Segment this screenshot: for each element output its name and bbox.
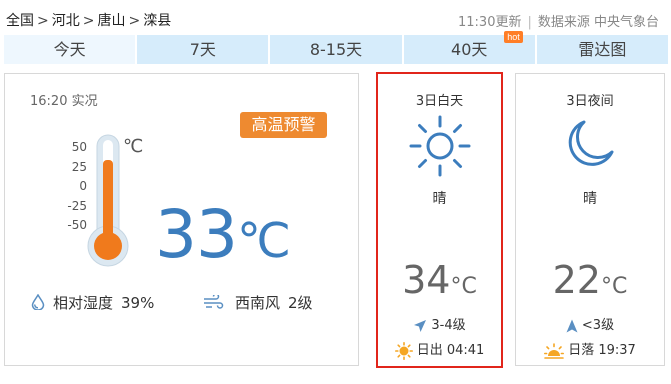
sun-icon — [409, 115, 470, 177]
tab-label: 今天 — [53, 40, 86, 59]
observation-time: 16:20 实况 — [30, 94, 98, 109]
moon-icon — [568, 120, 614, 166]
temperature-unit: ℃ — [236, 213, 291, 269]
sunrise: 日出 04:41 — [378, 339, 501, 360]
breadcrumb-separator: > — [37, 13, 49, 29]
humidity-value: 39% — [121, 294, 155, 312]
daytime-title: 3日白天 — [415, 94, 464, 109]
tab-40-days[interactable]: 40天 hot — [403, 31, 535, 64]
tab-label: 8-15天 — [309, 40, 363, 59]
tab-label: 雷达图 — [578, 40, 627, 59]
hot-badge: hot — [504, 31, 523, 43]
breadcrumb-item-county: 滦县 — [143, 13, 172, 29]
tab-8-15-days[interactable]: 8-15天 — [270, 35, 402, 64]
wind-direction-arrow-icon — [414, 319, 427, 332]
wind: 西南风 2级 — [203, 292, 313, 313]
data-source: 数据来源 中央气象台 — [537, 15, 659, 30]
sunset-label: 日落 — [568, 343, 595, 358]
temperature-unit: °C — [450, 274, 477, 299]
tab-7-days[interactable]: 7天 — [137, 35, 269, 64]
wind-icon — [204, 293, 224, 309]
wind-level: 3-4级 — [431, 318, 466, 333]
night-wind: <3级 — [516, 314, 664, 333]
breadcrumb-separator: > — [128, 13, 141, 29]
current-temperature: 33℃ — [155, 196, 291, 273]
sunset-time: 19:37 — [598, 343, 636, 358]
night-title: 3日夜间 — [566, 94, 614, 109]
breadcrumb: 全国 > 河北 > 唐山 > 滦县 — [6, 10, 171, 30]
temperature-value: 33 — [155, 196, 238, 273]
daytime-weather-desc: 晴 — [432, 191, 447, 207]
breadcrumb-item-country[interactable]: 全国 — [6, 10, 34, 30]
tab-today[interactable]: 今天 — [4, 35, 136, 64]
humidity-label: 相对湿度 — [53, 294, 114, 312]
temperature-value: 34 — [402, 258, 451, 302]
scale-tick-label: -50 — [67, 218, 87, 232]
tab-label: 40天 — [451, 40, 488, 59]
sunset: 日落 19:37 — [516, 339, 664, 359]
sunrise-icon — [394, 341, 413, 360]
scale-tick-label: 25 — [71, 159, 87, 174]
daytime-forecast-panel: 3日白天 晴 34°C 3-4级 日出 04:41 — [376, 72, 503, 368]
high-temperature-alert-button[interactable]: 高温预警 — [240, 112, 327, 138]
water-drop-icon — [31, 293, 45, 311]
temperature-value: 22 — [552, 258, 601, 302]
divider: | — [527, 15, 532, 30]
sunset-icon — [544, 342, 565, 359]
night-temperature: 22°C — [516, 258, 664, 302]
scale-tick-label: 50 — [71, 140, 87, 154]
update-time: 11:30更新 — [458, 15, 522, 30]
tab-radar[interactable]: 雷达图 — [536, 35, 669, 64]
scale-tick-label: 0 — [79, 179, 87, 193]
sunrise-label: 日出 — [416, 343, 443, 358]
breadcrumb-separator: > — [82, 13, 95, 29]
wind-direction-arrow-icon — [566, 319, 578, 332]
scale-tick-label: -25 — [67, 198, 87, 213]
daytime-temperature: 34°C — [378, 258, 501, 302]
wind-direction: 西南风 — [235, 294, 281, 312]
wind-level: <3级 — [581, 318, 615, 333]
wind-level: 2级 — [288, 294, 313, 312]
temperature-unit: °C — [600, 274, 628, 299]
breadcrumb-item-province[interactable]: 河北 — [52, 10, 80, 30]
sunrise-time: 04:41 — [446, 343, 485, 358]
humidity: 相对湿度 39% — [31, 292, 154, 313]
thermometer-unit: ℃ — [123, 136, 144, 157]
tab-label: 7天 — [189, 40, 216, 59]
night-forecast-panel: 3日夜间 晴 22°C <3级 日落 19:37 — [515, 73, 665, 366]
forecast-tabs: 今天 7天 8-15天 40天 hot 雷达图 — [4, 31, 669, 64]
night-weather-desc: 晴 — [583, 191, 597, 207]
breadcrumb-item-city[interactable]: 唐山 — [97, 10, 125, 30]
current-conditions-panel: 16:20 实况 高温预警 50 25 0 -25 -50 ℃ 33℃ 相对湿度… — [4, 73, 359, 366]
update-info: 11:30更新 | 数据来源 中央气象台 — [458, 11, 659, 30]
daytime-wind: 3-4级 — [378, 314, 501, 333]
